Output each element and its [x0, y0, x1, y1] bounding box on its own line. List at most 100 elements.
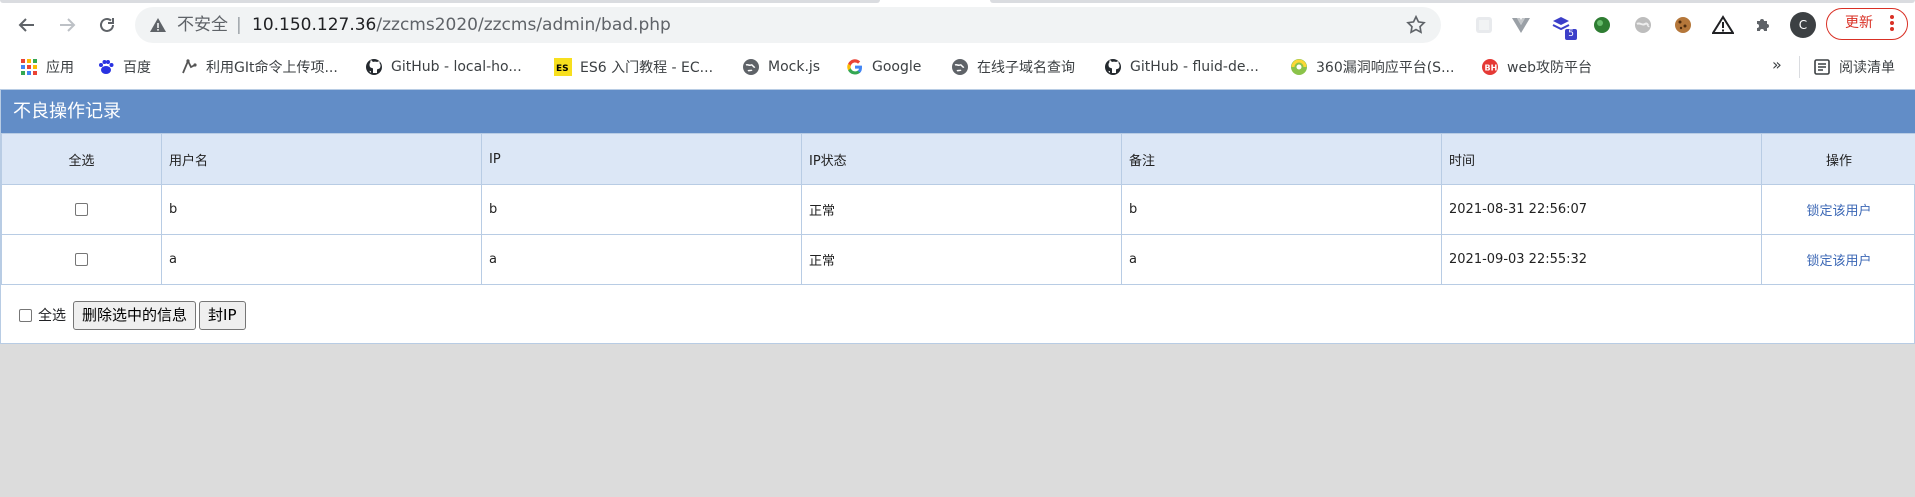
cookie-icon	[1675, 17, 1691, 33]
reload-button[interactable]	[92, 10, 122, 40]
cell-action: 锁定该用户	[1761, 234, 1915, 285]
extension-globe-gray[interactable]	[1631, 13, 1655, 37]
puzzle-piece-icon	[1757, 19, 1769, 31]
ban-ip-button[interactable]: 封IP	[199, 300, 246, 330]
reading-list-icon	[1813, 58, 1831, 76]
extensions-menu[interactable]	[1751, 13, 1775, 37]
header-time: 时间	[1441, 133, 1762, 185]
address-bar[interactable]: 不安全 | 10.150.127.36/zzcms2020/zzcms/admi…	[135, 7, 1441, 43]
globe-icon	[951, 58, 969, 76]
gray-globe-icon	[1635, 17, 1651, 33]
row-select-cell	[1, 184, 162, 235]
update-label: 更新	[1845, 15, 1873, 31]
extension-cookie[interactable]	[1671, 13, 1695, 37]
bookmark-label: Mock.js	[768, 59, 821, 75]
bookmark-label: ES6 入门教程 - EC...	[580, 60, 714, 76]
reload-icon	[100, 17, 114, 32]
360-icon	[1290, 58, 1308, 76]
row-select-cell	[1, 234, 162, 285]
header-ip-status: IP状态	[801, 133, 1122, 185]
panel-title: 不良操作记录	[1, 90, 1915, 133]
browser-chrome: 不安全 | 10.150.127.36/zzcms2020/zzcms/admi…	[0, 0, 1915, 89]
table-row: a a 正常 a 2021-09-03 22:55:32 锁定该用户	[1, 234, 1915, 285]
profile-avatar[interactable]: C	[1790, 12, 1816, 38]
bookmark-star-icon[interactable]	[1405, 14, 1427, 36]
bookmarks-overflow-button[interactable]: »	[1772, 52, 1782, 78]
row-checkbox[interactable]	[75, 253, 88, 266]
row-checkbox[interactable]	[75, 203, 88, 216]
reading-list-label: 阅读清单	[1839, 60, 1895, 76]
header-select-all: 全选	[1, 133, 162, 185]
github-icon	[365, 58, 383, 76]
extension-blank[interactable]	[1472, 13, 1496, 37]
cell-ip: b	[481, 184, 802, 235]
google-icon	[846, 58, 864, 76]
cell-username: a	[161, 234, 482, 285]
extension-stack[interactable]: 5	[1549, 13, 1577, 40]
bookmark-label: 360漏洞响应平台(S...	[1316, 60, 1455, 76]
bookmark-label: 应用	[46, 60, 74, 76]
update-button[interactable]: 更新	[1826, 8, 1908, 40]
bookmark-apps[interactable]: 应用	[20, 52, 74, 82]
bookmark-360-src[interactable]: 360漏洞响应平台(S...	[1290, 52, 1454, 82]
extension-warning[interactable]	[1711, 13, 1735, 37]
apps-grid-icon	[20, 58, 38, 76]
select-all-checkbox[interactable]	[19, 308, 32, 322]
bookmark-baidu[interactable]: 百度	[97, 52, 151, 82]
green-orb-icon	[1594, 17, 1610, 33]
extension-green-orb[interactable]	[1590, 13, 1614, 37]
header-username: 用户名	[161, 133, 482, 185]
url-text[interactable]: 10.150.127.36/zzcms2020/zzcms/admin/bad.…	[252, 7, 671, 43]
bookmark-label: GitHub - fluid-de...	[1130, 59, 1259, 75]
lock-user-link[interactable]: 锁定该用户	[1806, 204, 1871, 219]
bookmarks-bar: 应用 百度 利用GIt命令上传项... GitHub - local-ho...…	[0, 52, 1915, 82]
bookmarks-divider	[1799, 56, 1800, 78]
bookmark-mockjs[interactable]: Mock.js	[742, 52, 820, 82]
bookmark-label: 利用GIt命令上传项...	[206, 60, 338, 76]
cell-ip-status: 正常	[801, 184, 1122, 235]
vue-devtools-icon	[1512, 18, 1530, 33]
warning-triangle-icon[interactable]	[149, 16, 167, 34]
kebab-menu-icon[interactable]	[1889, 15, 1895, 33]
bookmark-subdomain[interactable]: 在线子域名查询	[951, 52, 1075, 82]
cell-action: 锁定该用户	[1761, 184, 1915, 235]
globe-icon	[742, 58, 760, 76]
extension-placeholder-icon	[1476, 17, 1492, 33]
cell-time: 2021-09-03 22:55:32	[1441, 234, 1762, 285]
bookmark-label: GitHub - local-ho...	[391, 59, 522, 75]
delete-selected-button[interactable]: 删除选中的信息	[73, 300, 197, 330]
url-host: 10.150.127.36	[252, 15, 377, 35]
svg-text:ES: ES	[556, 64, 569, 74]
bookmark-label: 在线子域名查询	[977, 60, 1075, 76]
url-path: /zzcms2020/zzcms/admin/bad.php	[376, 15, 671, 35]
bookmark-google[interactable]: Google	[846, 52, 921, 82]
arrow-left-icon	[18, 18, 34, 32]
bookmark-git-upload[interactable]: 利用GIt命令上传项...	[180, 52, 338, 82]
extension-vue[interactable]	[1509, 13, 1533, 37]
arrow-right-icon	[60, 18, 76, 32]
records-table: 全选 用户名 IP IP状态 备注 时间 操作 b b 正常 b 2021-08…	[1, 133, 1915, 285]
bookmark-github-fluid[interactable]: GitHub - fluid-de...	[1104, 52, 1259, 82]
lock-user-link[interactable]: 锁定该用户	[1806, 254, 1871, 269]
bookmark-label: 百度	[123, 60, 151, 76]
bookmark-es6[interactable]: ES ES6 入门教程 - EC...	[554, 52, 713, 82]
header-action: 操作	[1761, 133, 1915, 185]
browser-toolbar: 不安全 | 10.150.127.36/zzcms2020/zzcms/admi…	[0, 0, 1915, 50]
bookmark-github-local[interactable]: GitHub - local-ho...	[365, 52, 522, 82]
reading-list-button[interactable]: 阅读清单	[1813, 52, 1895, 82]
forward-button[interactable]	[52, 10, 82, 40]
cell-username: b	[161, 184, 482, 235]
back-button[interactable]	[12, 10, 42, 40]
cell-ip: a	[481, 234, 802, 285]
github-icon	[1104, 58, 1122, 76]
cell-note: b	[1121, 184, 1442, 235]
table-row: b b 正常 b 2021-08-31 22:56:07 锁定该用户	[1, 184, 1915, 235]
bookmark-label: web攻防平台	[1507, 60, 1592, 76]
cell-note: a	[1121, 234, 1442, 285]
select-all-label[interactable]: 全选	[38, 305, 66, 325]
bookmark-web-security[interactable]: BH web攻防平台	[1481, 52, 1592, 82]
baidu-paw-icon	[97, 58, 115, 76]
web-security-icon: BH	[1481, 58, 1499, 76]
security-label[interactable]: 不安全	[177, 7, 228, 43]
svg-text:BH: BH	[1485, 64, 1498, 73]
